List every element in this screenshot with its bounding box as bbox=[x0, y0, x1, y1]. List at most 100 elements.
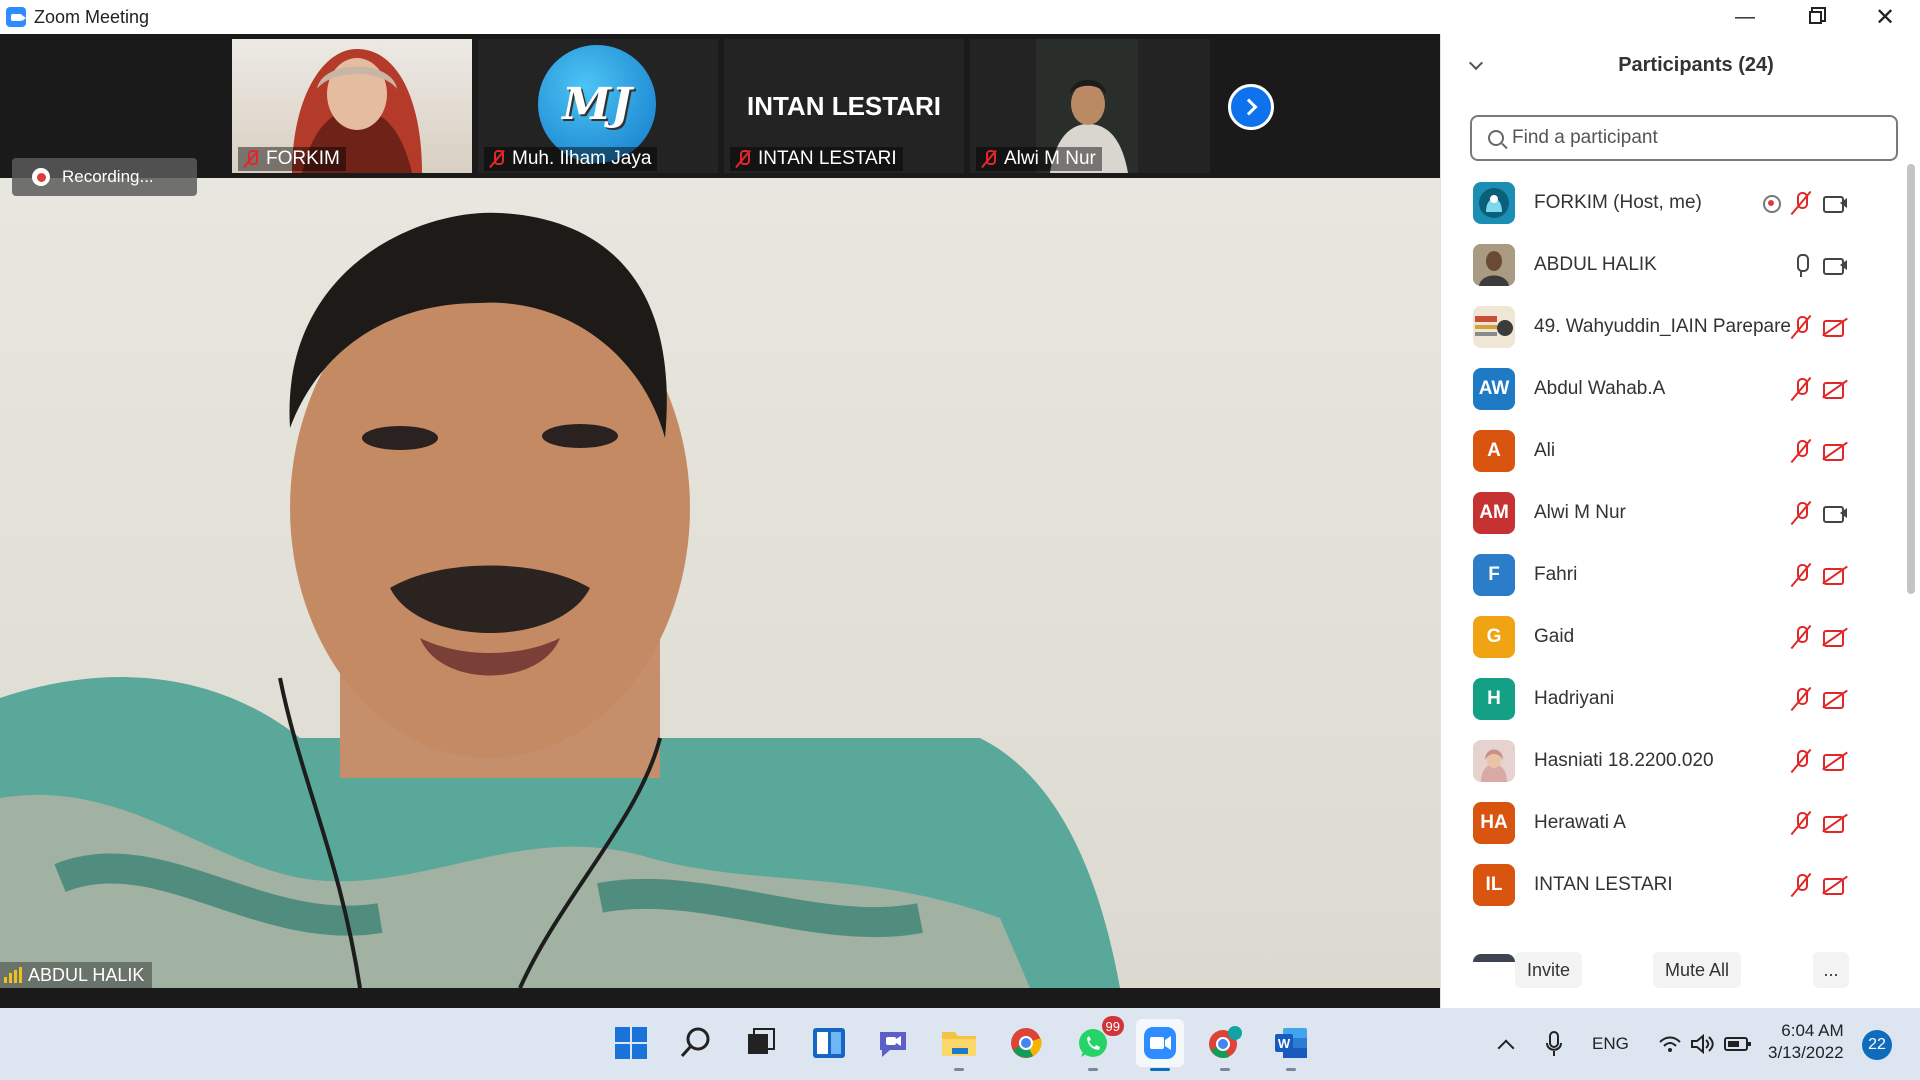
participant-row[interactable]: AW Abdul Wahab.A bbox=[1441, 358, 1907, 420]
svg-text:W: W bbox=[1278, 1036, 1291, 1051]
participant-name: FORKIM (Host, me) bbox=[1534, 192, 1702, 213]
participants-panel: Participants (24) FORKIM (Host, me) ABDU… bbox=[1440, 34, 1920, 1008]
video-off-icon[interactable] bbox=[1821, 809, 1849, 837]
notification-center-badge[interactable]: 22 bbox=[1862, 1030, 1892, 1060]
participant-row[interactable]: ABDUL HALIK bbox=[1441, 234, 1907, 296]
running-indicator bbox=[1088, 1068, 1098, 1071]
avatar: AW bbox=[1473, 368, 1515, 410]
mic-muted-icon[interactable] bbox=[1787, 189, 1815, 217]
task-view-icon[interactable] bbox=[740, 1022, 782, 1064]
video-off-icon[interactable] bbox=[1821, 437, 1849, 465]
video-off-icon[interactable] bbox=[1821, 375, 1849, 403]
close-button[interactable]: ✕ bbox=[1850, 0, 1920, 34]
mic-muted-icon[interactable] bbox=[1787, 871, 1815, 899]
search-input[interactable] bbox=[1512, 127, 1872, 149]
thumbnail-label: INTAN LESTARI bbox=[730, 147, 903, 171]
video-off-icon[interactable] bbox=[1821, 561, 1849, 589]
microphone-icon[interactable] bbox=[1544, 1008, 1564, 1080]
video-off-icon[interactable] bbox=[1821, 685, 1849, 713]
restore-button[interactable] bbox=[1780, 0, 1850, 34]
next-page-button[interactable] bbox=[1228, 84, 1274, 130]
whatsapp-icon[interactable]: 99 bbox=[1072, 1016, 1124, 1071]
participant-name: 49. Wahyuddin_IAIN Parepare bbox=[1534, 316, 1792, 337]
minimize-button[interactable]: — bbox=[1710, 0, 1780, 34]
mic-muted-icon[interactable] bbox=[1787, 623, 1815, 651]
mic-muted-icon[interactable] bbox=[1787, 561, 1815, 589]
search-icon[interactable] bbox=[675, 1022, 717, 1064]
thumbnail-ilham[interactable]: MJ Muh. Ilham Jaya bbox=[478, 39, 718, 173]
thumbnail-name: Alwi M Nur bbox=[1004, 148, 1096, 169]
battery-icon[interactable] bbox=[1724, 1008, 1752, 1080]
file-explorer-icon[interactable] bbox=[938, 1022, 980, 1071]
video-camera-icon[interactable] bbox=[1821, 251, 1849, 279]
participant-row[interactable]: G Gaid bbox=[1441, 606, 1907, 668]
more-options-button[interactable]: ... bbox=[1813, 952, 1849, 988]
video-off-icon[interactable] bbox=[1821, 871, 1849, 899]
participant-name: Fahri bbox=[1534, 564, 1578, 585]
display-name-text: INTAN LESTARI bbox=[746, 91, 942, 121]
avatar: AM bbox=[1473, 492, 1515, 534]
window-title: Zoom Meeting bbox=[34, 6, 150, 27]
windows-start-icon[interactable] bbox=[610, 1022, 652, 1064]
mic-muted-icon[interactable] bbox=[1787, 809, 1815, 837]
participant-search[interactable] bbox=[1470, 115, 1898, 161]
video-camera-icon[interactable] bbox=[1821, 499, 1849, 527]
participant-row[interactable]: FORKIM (Host, me) bbox=[1441, 172, 1907, 234]
word-icon[interactable]: W bbox=[1270, 1022, 1312, 1071]
chrome-profile-icon[interactable] bbox=[1204, 1022, 1246, 1071]
participant-row[interactable]: F Fahri bbox=[1441, 544, 1907, 606]
recording-label: Recording... bbox=[62, 167, 154, 186]
show-hidden-icons-chevron-up-icon[interactable] bbox=[1497, 1008, 1515, 1080]
thumbnail-alwi[interactable]: Alwi M Nur bbox=[970, 39, 1210, 173]
avatar: HA bbox=[1473, 802, 1515, 844]
volume-icon[interactable] bbox=[1690, 1008, 1716, 1080]
avatar bbox=[1473, 306, 1515, 348]
mic-muted-icon[interactable] bbox=[1787, 313, 1815, 341]
participant-name: Gaid bbox=[1534, 626, 1575, 647]
participant-row[interactable]: Hasniati 18.2200.020 bbox=[1441, 730, 1907, 792]
search-icon bbox=[1488, 130, 1504, 146]
participant-row[interactable]: H Hadriyani bbox=[1441, 668, 1907, 730]
video-off-icon[interactable] bbox=[1821, 623, 1849, 651]
chrome-icon[interactable] bbox=[1005, 1022, 1047, 1064]
thumbnail-intan[interactable]: INTAN LESTARI INTAN LESTARI bbox=[724, 39, 964, 173]
mic-muted-icon[interactable] bbox=[1787, 499, 1815, 527]
video-camera-icon[interactable] bbox=[1821, 189, 1849, 217]
invite-button[interactable]: Invite bbox=[1515, 952, 1583, 988]
mic-muted-icon[interactable] bbox=[1787, 685, 1815, 713]
zoom-taskbar-icon[interactable] bbox=[1136, 1019, 1184, 1071]
thumbnail-forkim[interactable]: FORKIM bbox=[232, 39, 472, 173]
panel-title: Participants (24) bbox=[1618, 54, 1774, 76]
mic-muted-icon[interactable] bbox=[1787, 375, 1815, 403]
mute-all-button[interactable]: Mute All bbox=[1653, 952, 1742, 988]
participant-row[interactable]: IL INTAN LESTARI bbox=[1441, 854, 1907, 916]
mic-muted-icon[interactable] bbox=[1787, 437, 1815, 465]
avatar bbox=[1473, 244, 1515, 286]
avatar: G bbox=[1473, 616, 1515, 658]
speaker-video-frame bbox=[0, 212, 1120, 988]
mic-muted-icon bbox=[980, 149, 998, 169]
wifi-icon[interactable] bbox=[1658, 1008, 1682, 1080]
participant-row[interactable]: A Ali bbox=[1441, 420, 1907, 482]
video-off-icon[interactable] bbox=[1821, 313, 1849, 341]
mic-muted-icon[interactable] bbox=[1787, 747, 1815, 775]
thumbnail-strip: FORKIM MJ Muh. Ilham Jaya INTAN LESTARI … bbox=[0, 34, 1440, 178]
participant-name: Abdul Wahab.A bbox=[1534, 378, 1666, 399]
microphone-icon[interactable] bbox=[1787, 251, 1815, 279]
teams-chat-icon[interactable] bbox=[872, 1022, 914, 1064]
widgets-icon[interactable] bbox=[808, 1022, 850, 1064]
participant-name: INTAN LESTARI bbox=[1534, 874, 1673, 895]
participant-row[interactable]: HA Herawati A bbox=[1441, 792, 1907, 854]
recording-icon bbox=[1757, 189, 1785, 217]
video-off-icon[interactable] bbox=[1821, 747, 1849, 775]
clock[interactable]: 6:04 AM 3/13/2022 bbox=[1768, 1020, 1844, 1064]
mic-muted-icon bbox=[734, 149, 752, 169]
recording-indicator[interactable]: Recording... bbox=[12, 158, 197, 196]
thumbnail-label: Muh. Ilham Jaya bbox=[484, 147, 658, 171]
participant-list-scrollbar[interactable] bbox=[1907, 164, 1915, 594]
logo-text: MJ bbox=[562, 78, 632, 130]
participant-row[interactable]: AM Alwi M Nur bbox=[1441, 482, 1907, 544]
participant-row[interactable]: 49. Wahyuddin_IAIN Parepare bbox=[1441, 296, 1907, 358]
language-indicator[interactable]: ENG bbox=[1592, 1008, 1629, 1080]
thumbnail-name: Muh. Ilham Jaya bbox=[512, 148, 652, 169]
